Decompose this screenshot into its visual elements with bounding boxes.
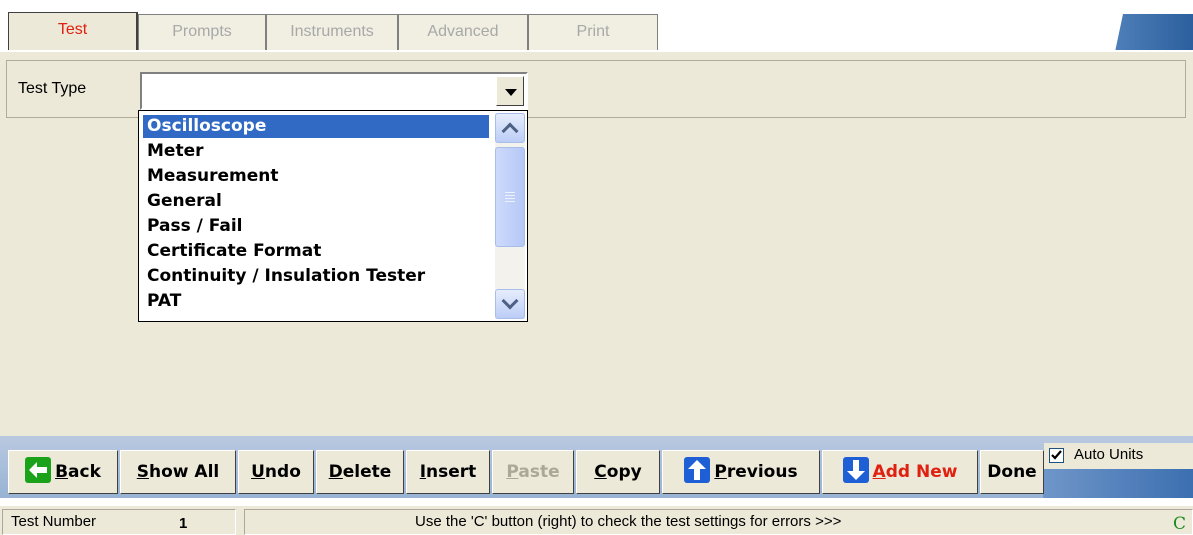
done-button[interactable]: Done [980, 450, 1044, 494]
dropdown-option-pat[interactable]: PAT [143, 290, 489, 313]
tab-strip: Test Prompts Instruments Advanced Print [0, 0, 1193, 52]
test-type-dropdown-list[interactable]: Oscilloscope Meter Measurement General P… [138, 110, 528, 322]
copy-button[interactable]: Copy [576, 450, 660, 494]
dropdown-arrow-button[interactable] [496, 76, 524, 106]
delete-button[interactable]: Delete [316, 450, 404, 494]
test-number-cell: Test Number 1 [2, 509, 236, 535]
dropdown-option-general[interactable]: General [143, 190, 489, 213]
back-button[interactable]: Back [8, 450, 118, 494]
tab-prompts[interactable]: Prompts [138, 14, 266, 50]
dropdown-option-certificate-format[interactable]: Certificate Format [143, 240, 489, 263]
check-mark-icon [1051, 450, 1062, 460]
auto-units-checkbox-group[interactable]: Auto Units [1044, 443, 1193, 469]
status-message: Use the 'C' button (right) to check the … [415, 513, 842, 530]
test-type-combobox[interactable] [140, 72, 528, 110]
test-type-label: Test Type [18, 80, 87, 97]
up-arrow-icon [684, 457, 711, 483]
insert-button[interactable]: Insert [406, 450, 490, 494]
dropdown-option-oscilloscope[interactable]: Oscilloscope [143, 115, 489, 138]
previous-button[interactable]: Previous [662, 450, 820, 494]
dropdown-option-meter[interactable]: Meter [143, 140, 489, 163]
check-button[interactable]: C [1173, 512, 1186, 534]
undo-button[interactable]: Undo [238, 450, 314, 494]
tab-test[interactable]: Test [8, 12, 138, 52]
scroll-down-icon[interactable] [495, 289, 525, 319]
dropdown-option-measurement[interactable]: Measurement [143, 165, 489, 188]
down-arrow-icon [842, 457, 869, 483]
tab-print[interactable]: Print [528, 14, 658, 50]
test-number-value: 1 [179, 515, 188, 532]
back-arrow-icon [25, 457, 52, 483]
auto-units-label: Auto Units [1074, 446, 1144, 463]
grip-icon [505, 192, 515, 193]
tab-advanced[interactable]: Advanced [398, 14, 528, 50]
show-all-button[interactable]: Show All [120, 450, 236, 494]
dropdown-scrollbar[interactable] [495, 113, 525, 319]
tab-instruments[interactable]: Instruments [266, 14, 398, 50]
scroll-up-icon[interactable] [495, 113, 525, 143]
decorative-header-band [1115, 14, 1193, 52]
status-bar: Test Number 1 Use the 'C' button (right)… [0, 506, 1193, 535]
dropdown-option-continuity-insulation-tester[interactable]: Continuity / Insulation Tester [143, 265, 489, 288]
test-number-label: Test Number [11, 513, 97, 530]
scroll-thumb[interactable] [495, 147, 525, 247]
add-new-button[interactable]: Add New [822, 450, 978, 494]
paste-button[interactable]: Paste [492, 450, 574, 494]
auto-units-checkbox[interactable] [1049, 448, 1064, 463]
status-message-cell: Use the 'C' button (right) to check the … [244, 509, 1193, 535]
dropdown-option-pass-fail[interactable]: Pass / Fail [143, 215, 489, 238]
